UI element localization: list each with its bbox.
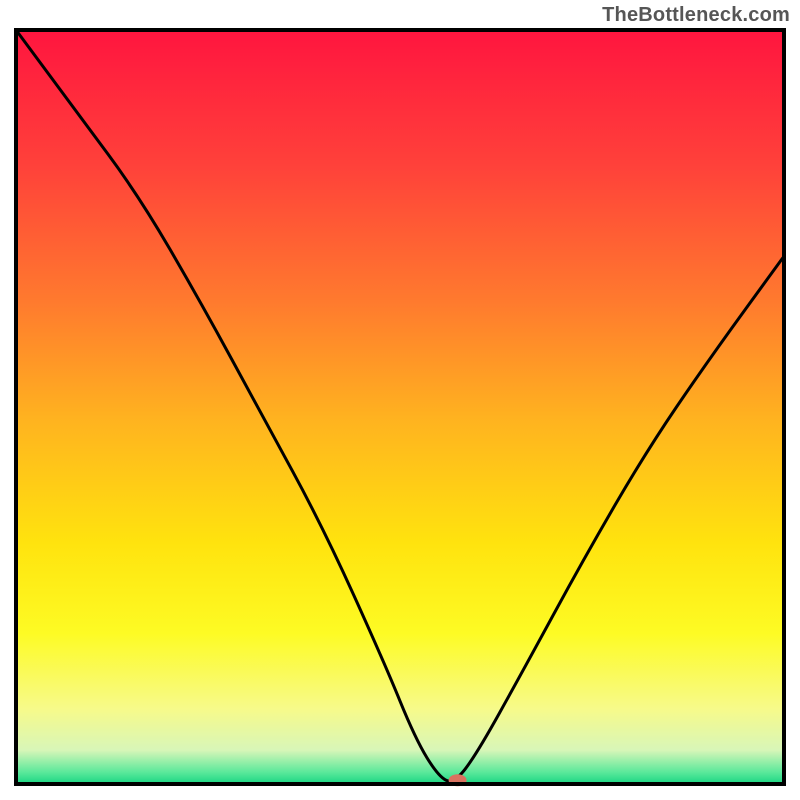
bottleneck-chart bbox=[0, 0, 800, 800]
plot-background bbox=[16, 30, 784, 784]
chart-container: TheBottleneck.com bbox=[0, 0, 800, 800]
attribution-label: TheBottleneck.com bbox=[602, 4, 790, 27]
plot-area bbox=[16, 30, 784, 786]
